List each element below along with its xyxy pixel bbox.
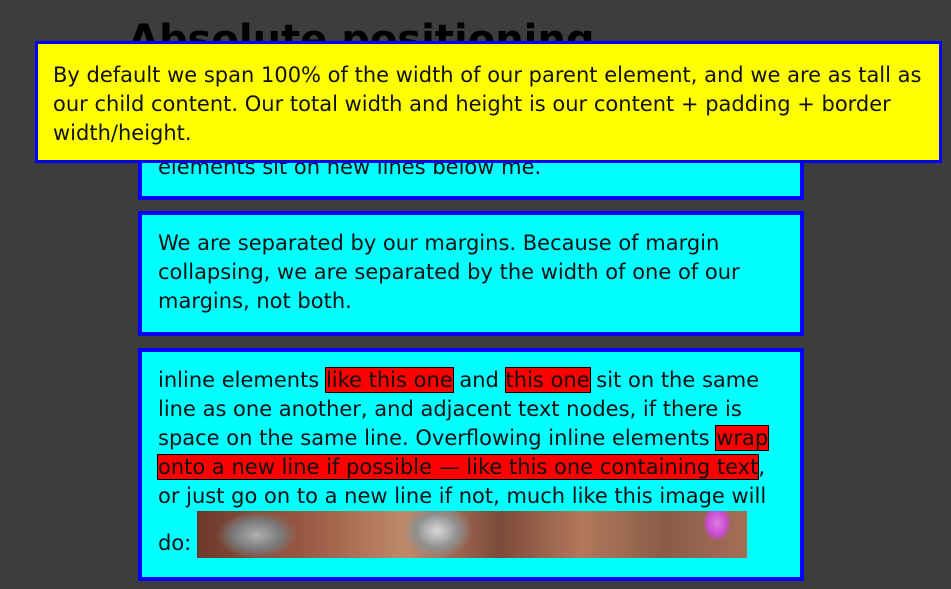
block-paragraph-2-text: We are separated by our margins. Because… <box>158 231 740 313</box>
inline-highlight-1: like this one <box>324 367 454 393</box>
overlay-text: By default we span 100% of the width of … <box>53 63 922 145</box>
block-paragraph-3: inline elements like this one and this o… <box>138 348 804 581</box>
inline-image <box>197 511 748 558</box>
block-paragraph-2: We are separated by our margins. Because… <box>138 211 804 336</box>
inline-text-1: inline elements <box>158 368 326 392</box>
absolute-positioned-overlay: By default we span 100% of the width of … <box>35 41 942 163</box>
inline-text-2: and <box>452 368 506 392</box>
inline-highlight-2: this one <box>504 367 591 393</box>
page: Absolute positioning elements sit on new… <box>0 0 951 589</box>
